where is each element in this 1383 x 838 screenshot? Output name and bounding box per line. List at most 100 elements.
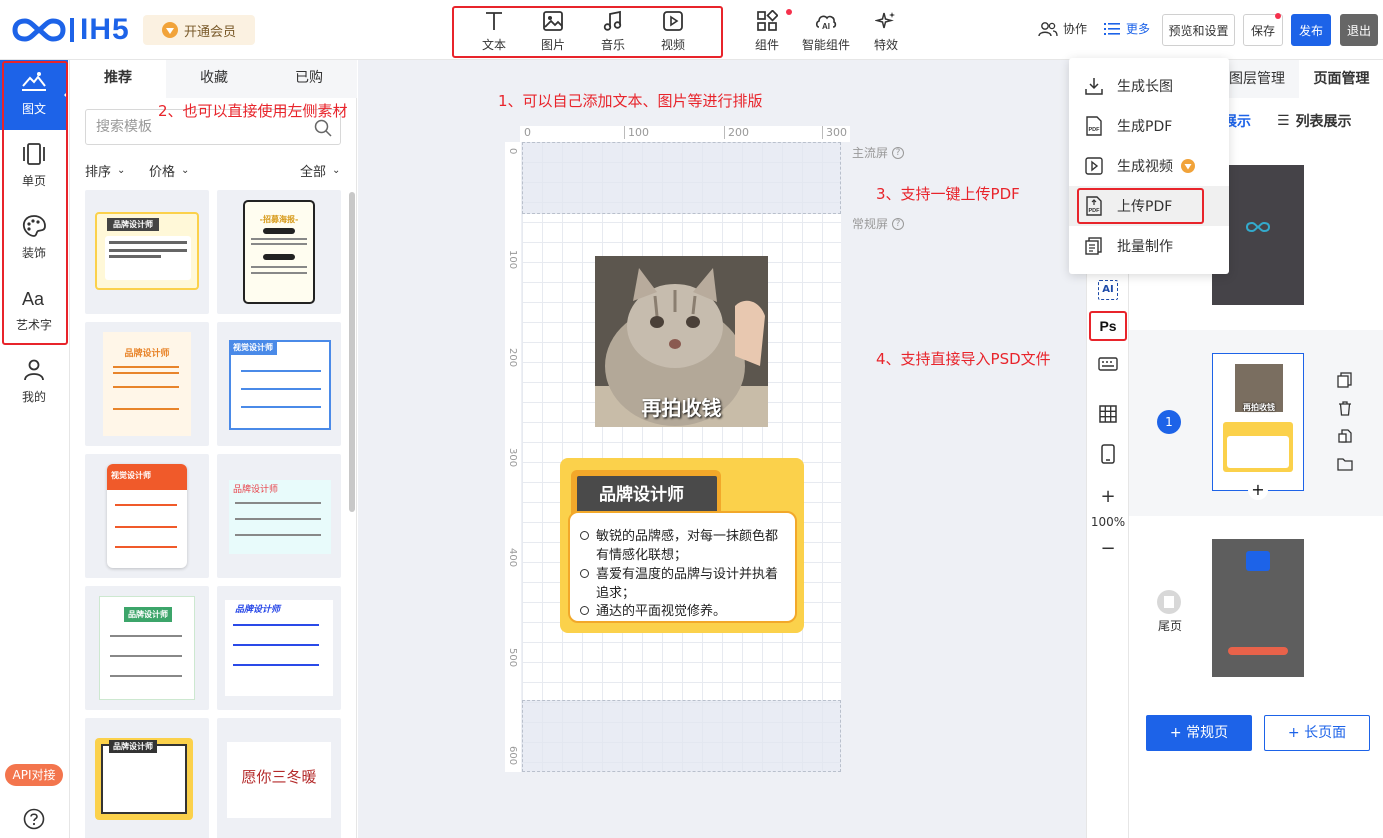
- search-icon[interactable]: [314, 119, 332, 137]
- logo[interactable]: IH5: [12, 13, 130, 46]
- trash-icon: [1339, 401, 1351, 416]
- tool-effects[interactable]: 特效: [856, 8, 916, 54]
- more-label: 更多: [1126, 22, 1151, 36]
- api-button[interactable]: API对接: [5, 764, 63, 786]
- card-line-text: 喜爱有温度的品牌与设计并执着追求；: [596, 567, 779, 601]
- tab-layers[interactable]: 图层管理: [1229, 60, 1289, 98]
- screen-band-bottom: [522, 700, 841, 772]
- ai-icon: AI: [1098, 280, 1118, 300]
- add-page-below-button[interactable]: +: [1248, 480, 1268, 500]
- help-icon[interactable]: [23, 808, 45, 830]
- duplicate-icon: [1338, 429, 1352, 443]
- annotation-box-upload-pdf: [1077, 188, 1204, 224]
- preview-settings-button[interactable]: 预览和设置: [1162, 14, 1235, 46]
- folder-page-button[interactable]: [1337, 456, 1353, 476]
- annotation-box-sidebar: [2, 61, 68, 345]
- publish-button[interactable]: 发布: [1291, 14, 1331, 46]
- template-card[interactable]: 品牌设计师: [85, 718, 209, 838]
- vip-button[interactable]: 开通会员: [143, 15, 255, 45]
- ruler-tick-label: 600: [507, 746, 518, 766]
- template-card[interactable]: 品牌设计师: [85, 190, 209, 314]
- template-card[interactable]: 品牌设计师: [217, 454, 341, 578]
- end-page-label: 尾页: [1158, 619, 1183, 633]
- cat-image[interactable]: 再拍收钱: [595, 256, 768, 427]
- ruler-tick-label: 200: [724, 126, 749, 139]
- menu-item-long-image[interactable]: 生成长图: [1069, 66, 1229, 106]
- annotation-2: 2、也可以直接使用左侧素材: [158, 102, 348, 120]
- logo-divider: [70, 18, 74, 42]
- cloud-ai-icon: AI: [815, 15, 837, 31]
- question-icon[interactable]: ?: [892, 146, 905, 159]
- tab-favorites[interactable]: 收藏: [166, 60, 262, 98]
- tab-pages[interactable]: 页面管理: [1299, 60, 1383, 98]
- ai-tool[interactable]: AI: [1087, 276, 1129, 304]
- menu-item-batch[interactable]: 批量制作: [1069, 226, 1229, 266]
- video-icon: [1085, 157, 1103, 175]
- template-card[interactable]: 品牌设计师: [85, 586, 209, 710]
- bullet-circle-icon: [580, 606, 589, 615]
- price-filter[interactable]: 价格 ⌄: [149, 161, 189, 180]
- vip-diamond-icon: [1181, 159, 1195, 173]
- menu-item-generate-pdf[interactable]: PDF 生成PDF: [1069, 106, 1229, 146]
- keyboard-tool[interactable]: [1087, 350, 1129, 378]
- card-body: 敏锐的品牌感，对每一抹颜色都有情感化联想； 喜爱有温度的品牌与设计并执着追求； …: [568, 511, 797, 623]
- template-preview: 品牌设计师: [225, 600, 333, 696]
- copy-page-button[interactable]: [1337, 372, 1353, 392]
- collab-button[interactable]: 协作: [1038, 20, 1087, 37]
- designer-card[interactable]: 品牌设计师 敏锐的品牌感，对每一抹颜色都有情感化联想； 喜爱有温度的品牌与设计并…: [560, 458, 804, 633]
- card-line-3: 通达的平面视觉修养。: [580, 602, 790, 621]
- add-normal-page-button[interactable]: + 常规页: [1146, 715, 1252, 751]
- delete-page-button[interactable]: [1337, 400, 1353, 420]
- top-bar: IH5 开通会员 文本 图片 音乐 视频 组件 AI 智能组件 特效 协作 更多…: [0, 0, 1383, 60]
- menu-item-generate-video[interactable]: 生成视频: [1069, 146, 1229, 186]
- grid-tool[interactable]: [1087, 400, 1129, 428]
- page-thumb-1[interactable]: 再拍收钱: [1212, 353, 1304, 491]
- template-card[interactable]: 视觉设计师: [85, 454, 209, 578]
- chevron-down-icon: ⌄: [181, 165, 190, 176]
- template-card[interactable]: 愿你三冬暖: [217, 718, 341, 838]
- template-card[interactable]: -招募海报-: [217, 190, 341, 314]
- tab-purchased[interactable]: 已购: [261, 60, 357, 98]
- pdf-icon: PDF: [1086, 116, 1102, 136]
- ruler-tick-label: 300: [822, 126, 847, 139]
- page-thumb-end[interactable]: [1212, 539, 1304, 677]
- add-long-page-button[interactable]: + 长页面: [1264, 715, 1370, 751]
- zoom-in-button[interactable]: +: [1087, 482, 1129, 510]
- template-preview: 品牌设计师: [103, 332, 191, 436]
- template-title: 品牌设计师: [109, 740, 157, 753]
- sort-filter[interactable]: 排序 ⌄: [85, 161, 125, 180]
- menu-item-label: 生成PDF: [1117, 119, 1173, 135]
- question-icon[interactable]: ?: [892, 217, 905, 230]
- duplicate-page-button[interactable]: [1337, 428, 1353, 448]
- thumb-caption: 再拍收钱: [1243, 403, 1275, 412]
- device-tool[interactable]: [1087, 440, 1129, 468]
- ps-import-tool[interactable]: Ps: [1089, 311, 1127, 341]
- editor-page[interactable]: [522, 142, 841, 772]
- cat-caption: 再拍收钱: [641, 396, 722, 420]
- template-title: 品牌设计师: [235, 605, 281, 615]
- template-preview: -招募海报-: [243, 200, 315, 304]
- more-button[interactable]: 更多: [1104, 20, 1150, 37]
- template-scrollbar[interactable]: [349, 192, 355, 512]
- all-filter[interactable]: 全部 ⌄: [300, 161, 340, 180]
- sidebar-item-label: 我的: [21, 390, 46, 404]
- users-icon: [1038, 21, 1058, 36]
- tool-smart-component[interactable]: AI 智能组件: [796, 8, 856, 54]
- svg-text:PDF: PDF: [1089, 127, 1101, 133]
- zoom-out-button[interactable]: −: [1087, 534, 1129, 562]
- sidebar-item-mine[interactable]: 我的: [0, 348, 68, 418]
- mobile-icon: [1101, 444, 1115, 464]
- list-icon: ☰: [1277, 113, 1290, 129]
- exit-button[interactable]: 退出: [1340, 14, 1378, 46]
- template-card[interactable]: 品牌设计师: [217, 586, 341, 710]
- template-preview: 视觉设计师: [107, 464, 187, 568]
- ruler-tick-label: 0: [524, 126, 531, 139]
- template-card[interactable]: 视觉设计师: [217, 322, 341, 446]
- view-list-toggle[interactable]: ☰ 列表展示: [1277, 111, 1352, 131]
- template-preview: 品牌设计师: [99, 596, 195, 700]
- template-card[interactable]: 品牌设计师: [85, 322, 209, 446]
- svg-text:AI: AI: [822, 22, 830, 31]
- tab-recommend[interactable]: 推荐: [70, 60, 166, 98]
- ps-icon: Ps: [1099, 318, 1117, 334]
- collab-label: 协作: [1063, 22, 1088, 36]
